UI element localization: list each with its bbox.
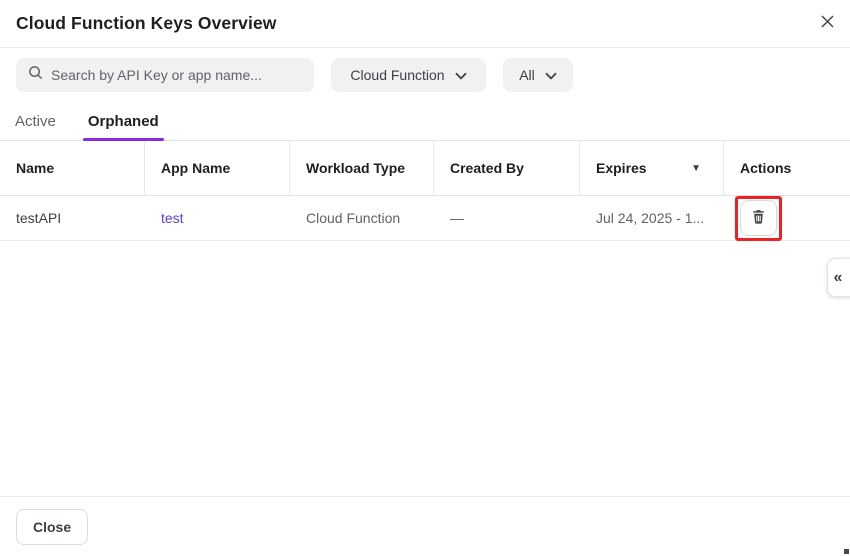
resize-corner-artifact	[844, 549, 849, 554]
search-input[interactable]	[51, 67, 302, 83]
column-header-workload-type: Workload Type	[290, 141, 434, 195]
search-icon	[28, 65, 43, 85]
cell-actions	[724, 196, 850, 240]
column-header-expires[interactable]: Expires ▼	[580, 141, 724, 195]
scope-filter-dropdown[interactable]: All	[503, 58, 573, 92]
modal-title: Cloud Function Keys Overview	[16, 13, 277, 34]
column-header-actions: Actions	[724, 141, 850, 195]
delete-key-button[interactable]	[740, 200, 777, 236]
cell-created-by: —	[434, 196, 580, 240]
cell-expires: Jul 24, 2025 - 1...	[580, 196, 724, 240]
cell-app-name: test	[145, 196, 290, 240]
cell-key-name: testAPI	[0, 196, 145, 240]
collapse-panel-button[interactable]: «	[827, 258, 850, 297]
cell-workload-type: Cloud Function	[290, 196, 434, 240]
column-header-created-by: Created By	[434, 141, 580, 195]
workload-filter-dropdown[interactable]: Cloud Function	[331, 58, 486, 92]
cloud-function-keys-modal: Cloud Function Keys Overview Cloud Funct…	[0, 0, 850, 556]
scope-filter-label: All	[519, 67, 535, 83]
app-name-link[interactable]: test	[161, 210, 184, 226]
sort-descending-icon[interactable]: ▼	[691, 163, 701, 174]
close-button[interactable]: Close	[16, 509, 88, 545]
table-row: testAPI test Cloud Function — Jul 24, 20…	[0, 196, 850, 241]
workload-filter-label: Cloud Function	[350, 67, 444, 83]
table-header-row: Name App Name Workload Type Created By E…	[0, 141, 850, 196]
chevron-down-icon	[545, 67, 557, 83]
chevron-down-icon	[455, 67, 467, 83]
column-header-app-name: App Name	[145, 141, 290, 195]
tab-bar: Active Orphaned	[0, 102, 850, 141]
column-header-name: Name	[0, 141, 145, 195]
toolbar: Cloud Function All	[0, 58, 850, 92]
footer-divider	[0, 496, 850, 497]
search-box[interactable]	[16, 58, 314, 92]
close-modal-button[interactable]	[812, 8, 842, 38]
modal-header: Cloud Function Keys Overview	[0, 0, 850, 48]
tab-orphaned[interactable]: Orphaned	[88, 102, 159, 140]
double-chevron-left-icon: «	[834, 269, 843, 287]
trash-icon	[750, 208, 767, 228]
close-icon	[821, 15, 834, 31]
tab-active[interactable]: Active	[15, 102, 56, 140]
